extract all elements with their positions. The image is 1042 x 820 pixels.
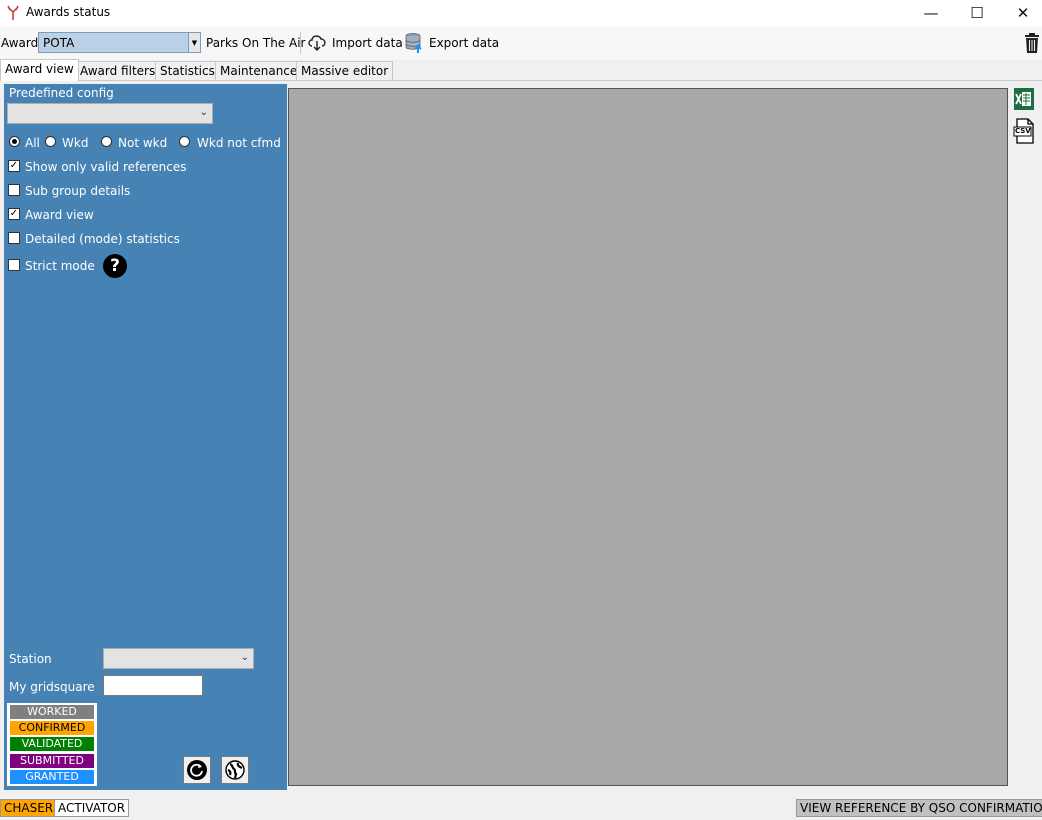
minimize-button[interactable]: — [908, 0, 954, 26]
toolbar-divider [300, 32, 301, 54]
station-select[interactable]: ⌄ [103, 648, 254, 669]
detailed-stats-checkbox[interactable] [8, 232, 20, 244]
radio-all-label[interactable]: All [25, 136, 40, 150]
window-title: Awards status [26, 5, 111, 19]
view-reference-mode[interactable]: VIEW REFERENCE BY QSO CONFIRMATION [796, 799, 1042, 817]
activator-mode-button[interactable]: ACTIVATOR [54, 799, 130, 817]
tab-award-filters[interactable]: Award filters [75, 61, 161, 80]
tab-statistics[interactable]: Statistics [155, 61, 220, 80]
radio-not-wkd-label[interactable]: Not wkd [118, 136, 167, 150]
award-select-value: POTA [43, 36, 75, 50]
gridsquare-input[interactable] [103, 675, 203, 696]
sub-group-details-checkbox[interactable] [8, 184, 20, 196]
database-export-icon[interactable] [404, 32, 424, 54]
station-label: Station [9, 652, 52, 666]
maximize-button[interactable]: ☐ [954, 0, 1000, 26]
close-button[interactable]: ✕ [1000, 0, 1042, 26]
legend-worked: WORKED [10, 705, 94, 719]
gridsquare-label: My gridsquare [9, 680, 95, 694]
radio-all[interactable] [9, 136, 20, 147]
legend-validated: VALIDATED [10, 737, 94, 751]
predefined-config-label: Predefined config [9, 86, 114, 100]
tab-maintenance[interactable]: Maintenance [215, 61, 303, 80]
excel-icon[interactable] [1013, 87, 1035, 111]
show-valid-references-label[interactable]: Show only valid references [25, 160, 187, 174]
award-grid[interactable] [288, 88, 1008, 786]
export-data-button[interactable]: Export data [429, 36, 499, 50]
refresh-icon [187, 760, 207, 780]
chaser-mode-button[interactable]: CHASER [0, 799, 58, 817]
strict-mode-checkbox[interactable] [8, 259, 20, 271]
award-view-label[interactable]: Award view [25, 208, 94, 222]
chevron-down-icon[interactable]: ▼ [188, 33, 200, 52]
trash-icon[interactable] [1024, 32, 1040, 54]
map-button[interactable] [221, 756, 249, 784]
help-icon[interactable]: ? [103, 254, 127, 278]
refresh-button[interactable] [183, 756, 211, 784]
predefined-config-select[interactable]: ⌄ [7, 103, 213, 124]
radio-wkd-not-cfmd[interactable] [179, 136, 190, 147]
cloud-download-icon[interactable] [307, 32, 327, 52]
strict-mode-label[interactable]: Strict mode [25, 259, 95, 273]
title-bar [0, 0, 1042, 26]
csv-export-button[interactable]: CSV [1013, 118, 1035, 144]
resize-grip-icon[interactable]: ⋰ [1032, 808, 1041, 818]
legend-granted: GRANTED [10, 770, 94, 784]
show-valid-references-checkbox[interactable]: ✓ [8, 160, 20, 172]
radio-wkd-not-cfmd-label[interactable]: Wkd not cfmd [197, 136, 281, 150]
globe-icon [225, 760, 245, 780]
radio-not-wkd[interactable] [101, 136, 112, 147]
award-label: Award [1, 36, 39, 50]
tab-award-view[interactable]: Award view [0, 59, 79, 81]
chevron-down-icon: ⌄ [240, 652, 249, 663]
radio-wkd[interactable] [45, 136, 56, 147]
chevron-down-icon: ⌄ [199, 107, 208, 118]
award-select[interactable]: POTA ▼ [38, 32, 201, 53]
radio-wkd-label[interactable]: Wkd [62, 136, 88, 150]
legend-confirmed: CONFIRMED [10, 721, 94, 735]
detailed-stats-label[interactable]: Detailed (mode) statistics [25, 232, 180, 246]
award-name: Parks On The Air [206, 36, 306, 50]
import-data-button[interactable]: Import data [332, 36, 403, 50]
app-icon [7, 5, 19, 20]
sub-group-details-label[interactable]: Sub group details [25, 184, 130, 198]
award-view-checkbox[interactable]: ✓ [8, 208, 20, 220]
status-legend: WORKED CONFIRMED VALIDATED SUBMITTED GRA… [7, 703, 97, 786]
tab-massive-editor[interactable]: Massive editor [296, 61, 394, 80]
tab-strip-border [0, 80, 1042, 81]
csv-label: CSV [1015, 127, 1031, 135]
legend-submitted: SUBMITTED [10, 754, 94, 768]
export-strip [1010, 84, 1042, 790]
